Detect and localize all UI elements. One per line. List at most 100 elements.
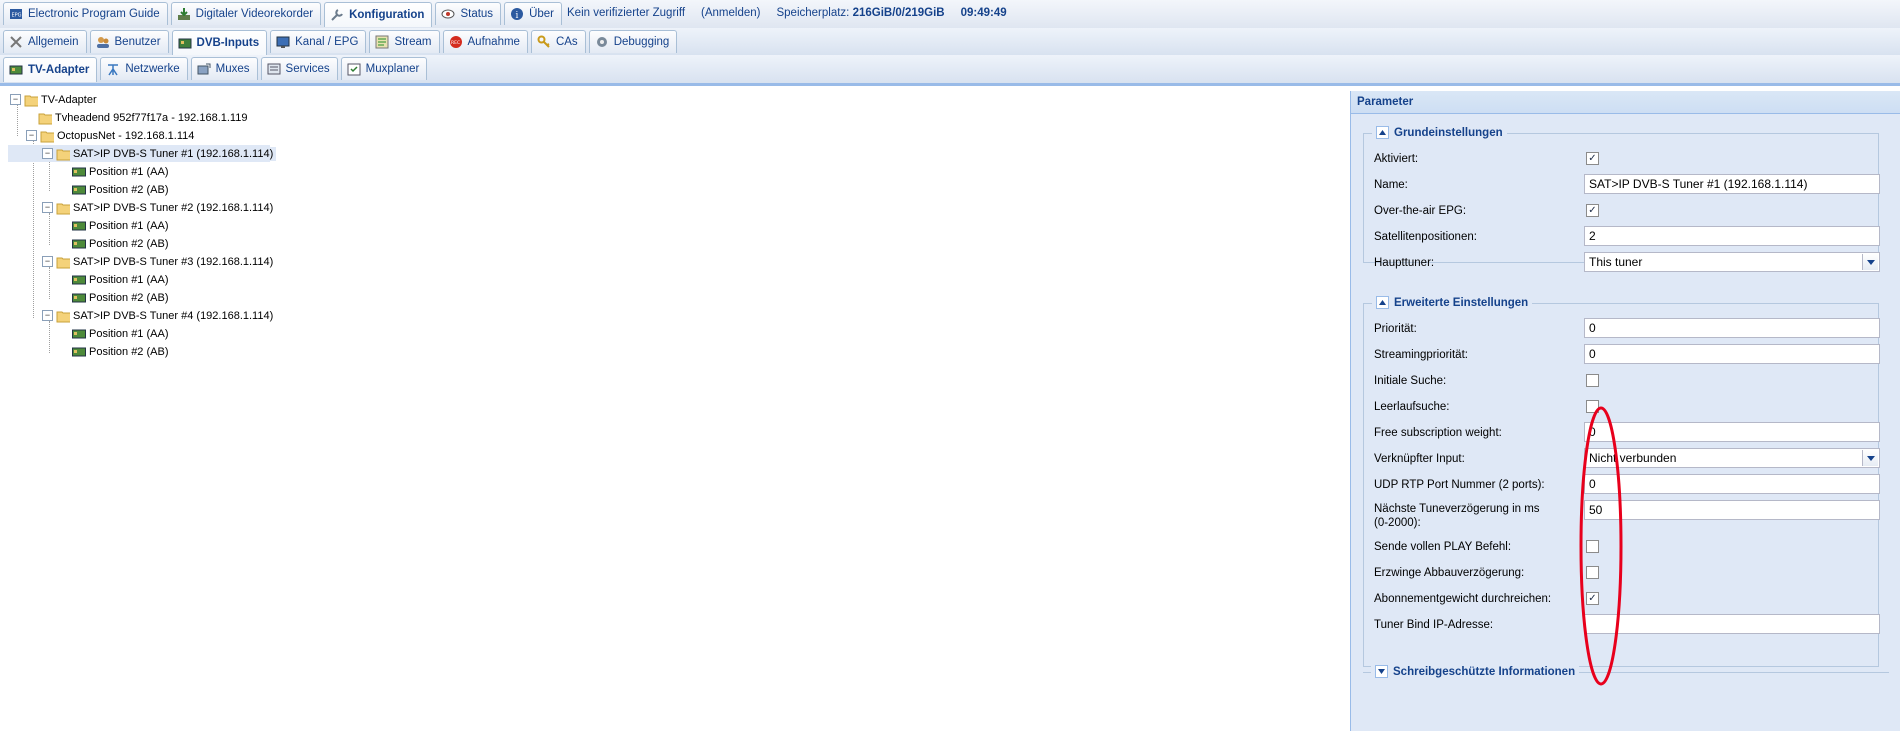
folder-icon: [38, 111, 52, 125]
tab-allgemein-label: Allgemein: [28, 36, 79, 48]
tab-status[interactable]: Status: [435, 2, 502, 25]
tab-cas-label: CAs: [555, 36, 578, 48]
aktiviert-checkbox[interactable]: ✓: [1586, 152, 1599, 165]
satpos-input[interactable]: [1584, 226, 1880, 246]
chevron-down-icon[interactable]: [1862, 450, 1878, 466]
tree-position[interactable]: Position #1 (AA): [72, 217, 171, 234]
advanced-settings-legend[interactable]: Erweiterte Einstellungen: [1372, 296, 1533, 309]
tab-dvb-inputs[interactable]: DVB-Inputs: [171, 30, 268, 55]
storage-info: Speicherplatz: 216GiB/0/219GiB: [776, 7, 944, 19]
field-label: Haupttuner:: [1374, 257, 1435, 269]
tuner-card-icon: [72, 165, 86, 179]
red-annotation-ellipse: [1579, 406, 1623, 686]
readonly-legend[interactable]: Schreibgeschützte Informationen: [1371, 665, 1580, 678]
tree-position-label: Position #2 (AB): [89, 183, 169, 196]
services-icon: [267, 62, 281, 76]
collapse-toggle[interactable]: −: [42, 202, 53, 213]
wrench-icon: [330, 8, 344, 22]
field-label: Aktiviert:: [1374, 153, 1419, 165]
tab-konfiguration[interactable]: Konfiguration: [324, 2, 433, 27]
collapse-arrow-icon[interactable]: [1376, 126, 1389, 139]
tab-epg[interactable]: EPG Electronic Program Guide: [3, 2, 168, 25]
tree-tuner-1[interactable]: − SAT>IP DVB-S Tuner #1 (192.168.1.114): [8, 145, 277, 162]
expand-arrow-icon[interactable]: [1375, 665, 1388, 678]
tab-netzwerke[interactable]: Netzwerke: [100, 57, 188, 80]
key-icon: [537, 35, 551, 49]
tree-host-tvheadend[interactable]: Tvheadend 952f77f17a - 192.168.1.119: [38, 109, 250, 126]
tab-muxplaner[interactable]: Muxplaner: [340, 57, 428, 80]
collapse-toggle[interactable]: −: [42, 148, 53, 159]
chevron-down-icon[interactable]: [1862, 254, 1878, 270]
tab-allgemein[interactable]: Allgemein: [3, 30, 87, 53]
bug-icon: [595, 35, 609, 49]
tree-tuner-2[interactable]: − SAT>IP DVB-S Tuner #2 (192.168.1.114): [42, 199, 276, 216]
tuner-card-icon: [72, 327, 86, 341]
label-line-2: (0-2000):: [1374, 517, 1421, 529]
collapse-toggle[interactable]: −: [42, 310, 53, 321]
row-streamingprio: Streamingpriorität:: [1374, 342, 1880, 368]
tab-services[interactable]: Services: [260, 57, 338, 80]
tree-tuner-4[interactable]: − SAT>IP DVB-S Tuner #4 (192.168.1.114): [42, 307, 276, 324]
tab-kanal-epg-label: Kanal / EPG: [295, 36, 359, 48]
tuner-card-icon: [72, 273, 86, 287]
stream-icon: [375, 35, 389, 49]
tree-position[interactable]: Position #2 (AB): [72, 181, 171, 198]
tab-stream[interactable]: Stream: [369, 30, 440, 53]
field-label: Sende vollen PLAY Befehl:: [1374, 541, 1512, 553]
collapse-toggle[interactable]: −: [42, 256, 53, 267]
tab-debugging[interactable]: Debugging: [588, 30, 678, 53]
tuner-card-icon: [72, 183, 86, 197]
panel-title: Parameter: [1351, 91, 1900, 114]
row-satpos: Satellitenpositionen:: [1374, 224, 1880, 250]
streamingprio-input[interactable]: [1584, 344, 1880, 364]
label-line-1: Nächste Tuneverzögerung in ms: [1374, 503, 1540, 515]
haupttuner-select[interactable]: This tuner: [1584, 252, 1880, 272]
row-initiale-suche: Initiale Suche:: [1374, 368, 1874, 394]
tree-position[interactable]: Position #1 (AA): [72, 325, 171, 342]
tuner-card-icon: [72, 237, 86, 251]
tab-dvr-label: Digitaler Videorekorder: [195, 8, 314, 20]
tab-muxes[interactable]: Muxes: [190, 57, 258, 80]
tree-position[interactable]: Position #1 (AA): [72, 163, 171, 180]
tab-aufnahme[interactable]: REC Aufnahme: [442, 30, 528, 53]
tab-kanal-epg[interactable]: Kanal / EPG: [270, 30, 367, 53]
svg-text:EPG: EPG: [12, 13, 22, 19]
epg-checkbox[interactable]: ✓: [1586, 204, 1599, 217]
tab-ueber[interactable]: i Über: [504, 2, 562, 25]
tree-tuner-label: SAT>IP DVB-S Tuner #2 (192.168.1.114): [73, 201, 274, 214]
name-input[interactable]: [1584, 174, 1880, 194]
tab-services-label: Services: [285, 63, 330, 75]
tree-host-label: Tvheadend 952f77f17a - 192.168.1.119: [55, 111, 248, 124]
prioritaet-input[interactable]: [1584, 318, 1880, 338]
collapse-toggle[interactable]: −: [10, 94, 21, 105]
config-tabs-bar: Allgemein Benutzer DVB-Inputs Kanal / EP…: [0, 28, 1900, 56]
tree-position[interactable]: Position #2 (AB): [72, 289, 171, 306]
tab-status-label: Status: [460, 8, 494, 20]
tab-tv-adapter[interactable]: TV-Adapter: [3, 57, 98, 82]
field-label: Initiale Suche:: [1374, 375, 1447, 387]
collapse-arrow-icon[interactable]: [1376, 296, 1389, 309]
tab-cas[interactable]: CAs: [530, 30, 586, 53]
tree-host-octopusnet[interactable]: − OctopusNet - 192.168.1.114: [26, 127, 197, 144]
collapse-toggle[interactable]: −: [26, 130, 37, 141]
tree-position[interactable]: Position #1 (AA): [72, 271, 171, 288]
tree-tuner-3[interactable]: − SAT>IP DVB-S Tuner #3 (192.168.1.114): [42, 253, 276, 270]
tuner-card-icon: [72, 291, 86, 305]
login-link[interactable]: (Anmelden): [701, 7, 760, 19]
tree-position[interactable]: Position #2 (AB): [72, 235, 171, 252]
legend-label: Grundeinstellungen: [1394, 126, 1503, 139]
tab-konfiguration-label: Konfiguration: [349, 9, 425, 21]
tab-dvr[interactable]: Digitaler Videorekorder: [170, 2, 322, 25]
field-label: Verknüpfter Input:: [1374, 453, 1465, 465]
row-epg: Over-the-air EPG: ✓: [1374, 198, 1874, 224]
tree-position[interactable]: Position #2 (AB): [72, 343, 171, 360]
select-value: This tuner: [1589, 255, 1643, 269]
field-label: Leerlaufsuche:: [1374, 401, 1450, 413]
tree-position-label: Position #1 (AA): [89, 273, 169, 286]
tab-benutzer[interactable]: Benutzer: [89, 30, 169, 53]
field-label: Nächste Tuneverzögerung in ms (0-2000):: [1374, 502, 1540, 530]
tree-tuner-label: SAT>IP DVB-S Tuner #4 (192.168.1.114): [73, 309, 274, 322]
tree-root[interactable]: − TV-Adapter: [10, 91, 100, 108]
basic-settings-legend[interactable]: Grundeinstellungen: [1372, 126, 1507, 139]
initiale-suche-checkbox[interactable]: [1586, 374, 1599, 387]
